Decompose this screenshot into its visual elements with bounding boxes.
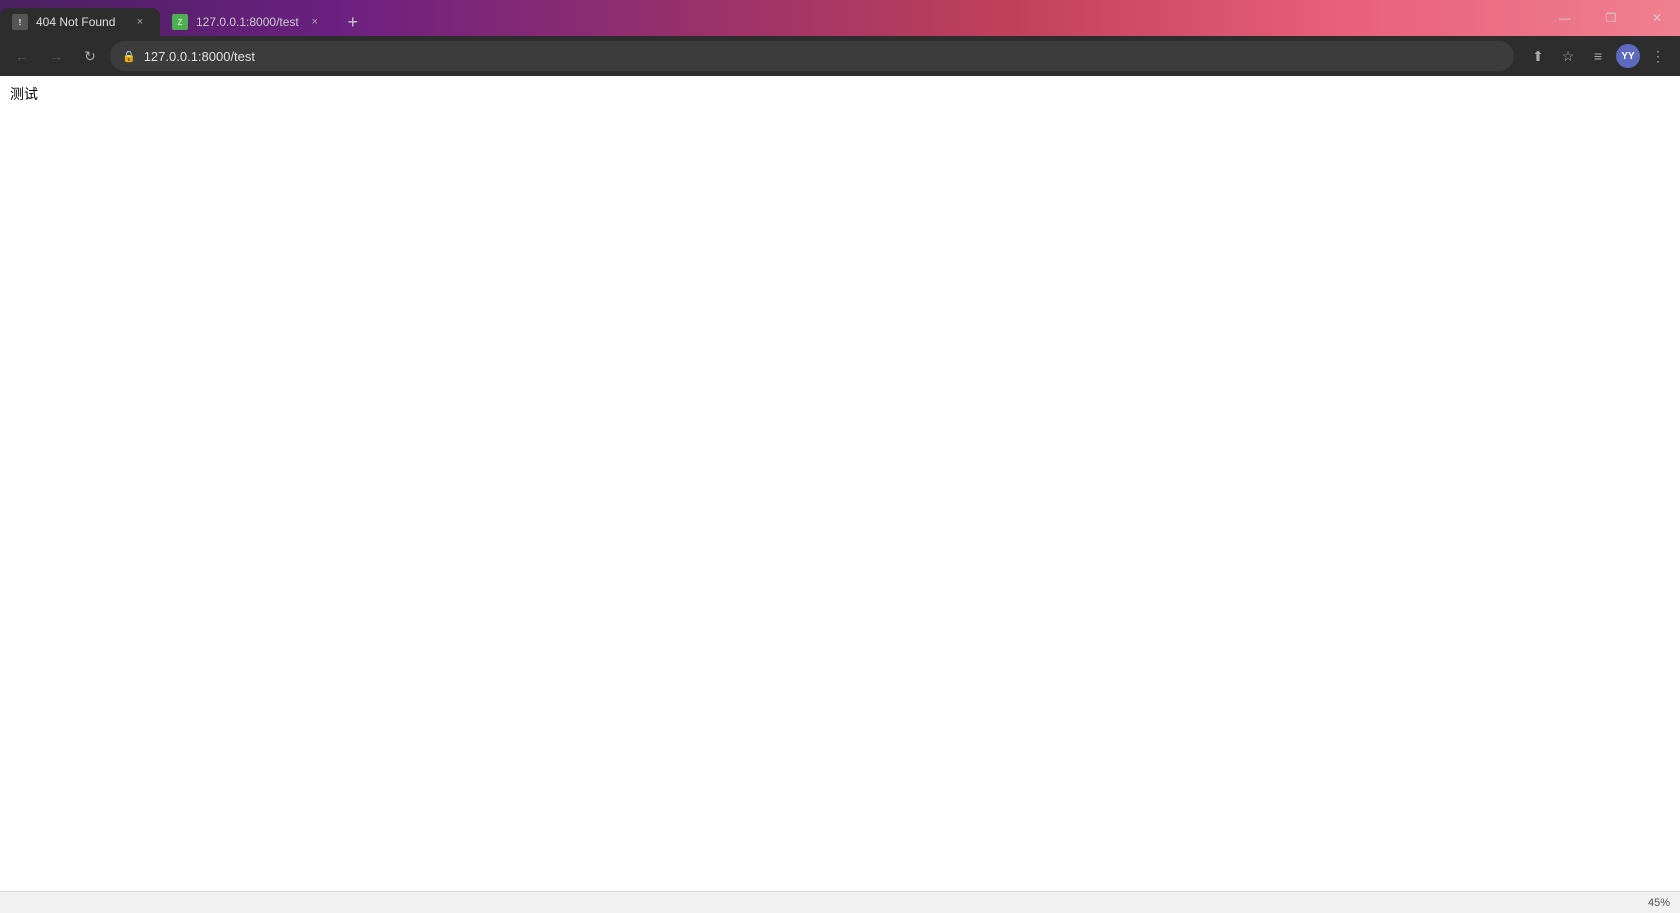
page-content: 测试 — [0, 76, 1680, 112]
tab-404-not-found[interactable]: ! 404 Not Found × — [0, 8, 160, 36]
page-text: 测试 — [10, 86, 38, 102]
window-controls: — ❐ ✕ — [1542, 0, 1680, 36]
profile-button[interactable]: YY — [1614, 42, 1642, 70]
tab-close-404[interactable]: × — [132, 14, 148, 30]
reading-list-icon: ≡ — [1594, 48, 1602, 64]
url-text: 127.0.0.1:8000/test — [144, 49, 1502, 64]
reload-icon: ↻ — [84, 48, 96, 65]
browser-chrome: ! 404 Not Found × Z 127.0.0.1:8000/test … — [0, 0, 1680, 76]
tab-favicon-green: Z — [172, 14, 188, 30]
new-tab-button[interactable]: + — [339, 8, 367, 36]
close-button[interactable]: ✕ — [1634, 0, 1680, 36]
zoom-level: 45% — [1648, 897, 1670, 909]
status-bar: 45% — [0, 891, 1680, 913]
menu-button[interactable]: ⋮ — [1644, 42, 1672, 70]
forward-icon: → — [49, 48, 63, 64]
lock-icon: 🔒 — [122, 50, 136, 63]
restore-button[interactable]: ❐ — [1588, 0, 1634, 36]
menu-icon: ⋮ — [1651, 48, 1665, 65]
back-icon: ← — [15, 48, 29, 64]
tab-bar: ! 404 Not Found × Z 127.0.0.1:8000/test … — [0, 0, 1680, 36]
reading-list-button[interactable]: ≡ — [1584, 42, 1612, 70]
url-bar[interactable]: 🔒 127.0.0.1:8000/test — [110, 41, 1514, 71]
tab-label-local: 127.0.0.1:8000/test — [196, 15, 299, 29]
forward-button[interactable]: → — [42, 42, 70, 70]
profile-badge: YY — [1616, 44, 1640, 68]
tab-favicon-404: ! — [12, 14, 28, 30]
address-bar: ← → ↻ 🔒 127.0.0.1:8000/test ⬆ ☆ ≡ YY — [0, 36, 1680, 76]
minimize-button[interactable]: — — [1542, 0, 1588, 36]
bookmark-button[interactable]: ☆ — [1554, 42, 1582, 70]
tab-label-404: 404 Not Found — [36, 15, 124, 29]
reload-button[interactable]: ↻ — [76, 42, 104, 70]
share-icon: ⬆ — [1532, 48, 1544, 65]
back-button[interactable]: ← — [8, 42, 36, 70]
share-button[interactable]: ⬆ — [1524, 42, 1552, 70]
toolbar-icons: ⬆ ☆ ≡ YY ⋮ — [1524, 42, 1672, 70]
tab-local-server[interactable]: Z 127.0.0.1:8000/test × — [160, 8, 335, 36]
tab-close-local[interactable]: × — [307, 14, 323, 30]
bookmark-icon: ☆ — [1562, 48, 1575, 65]
